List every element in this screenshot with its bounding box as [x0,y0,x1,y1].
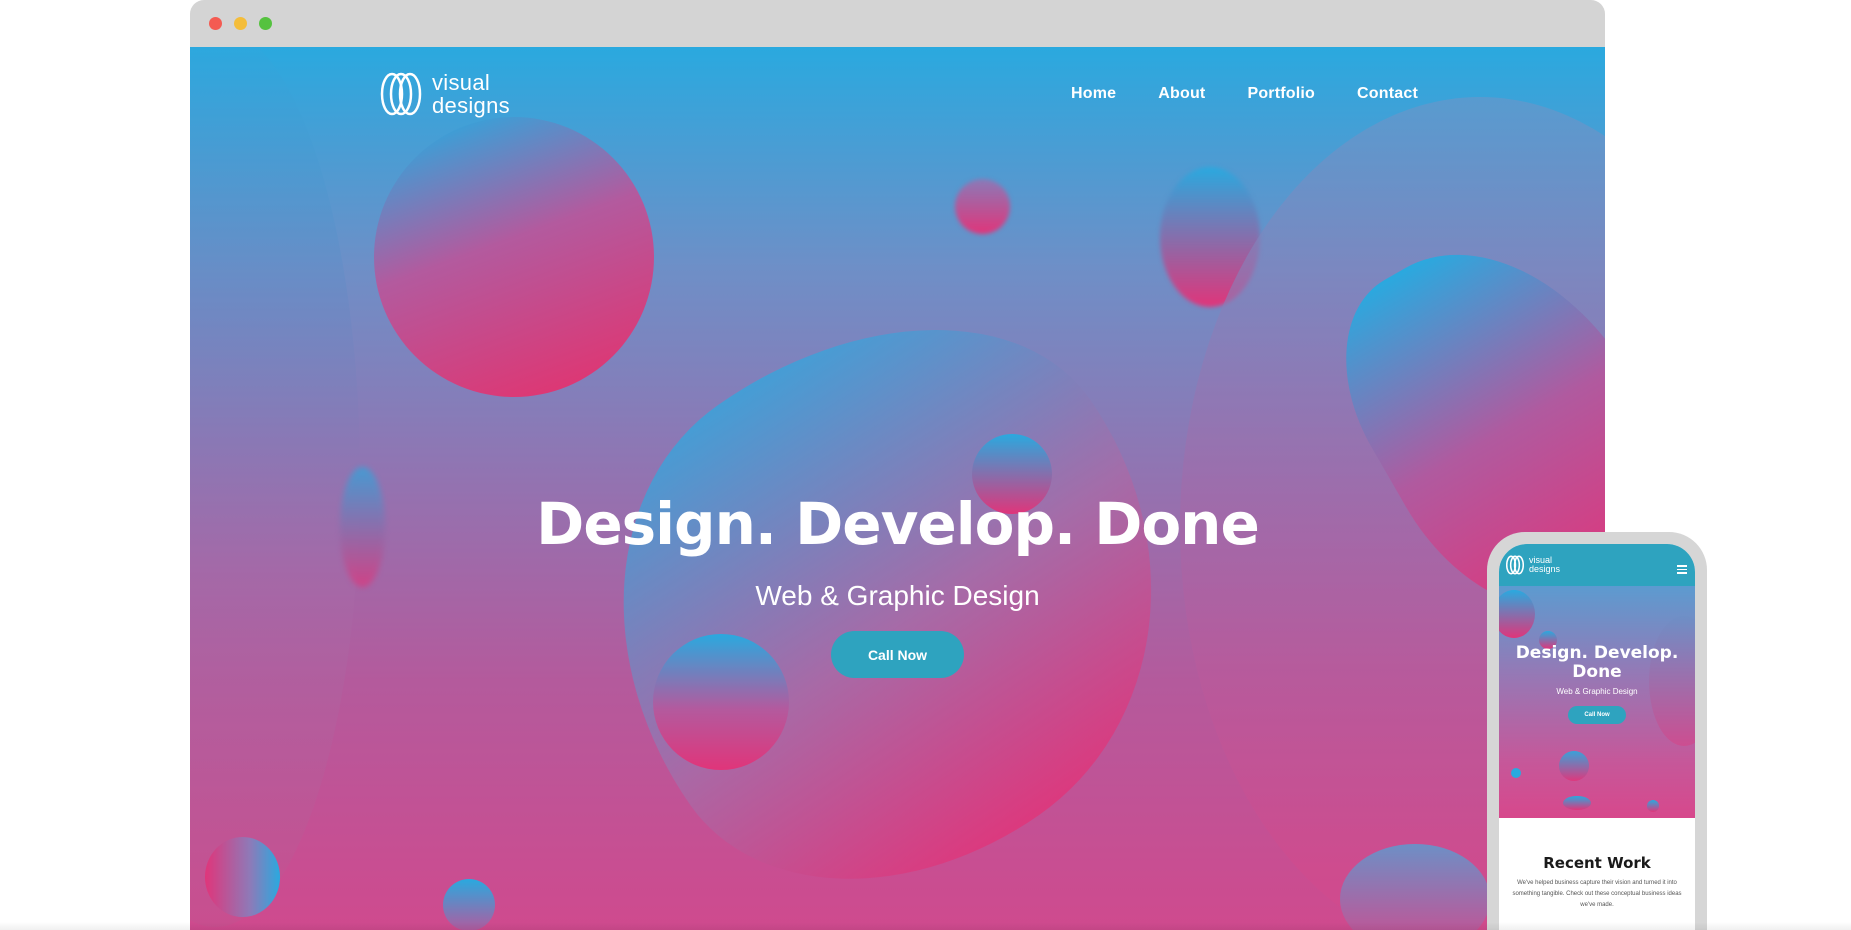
call-now-button[interactable]: Call Now [831,631,964,678]
decorative-blob [1511,768,1521,778]
mobile-site-logo[interactable]: visual designs [1505,555,1560,575]
nav-portfolio[interactable]: Portfolio [1247,85,1315,103]
logo-line-1: visual [432,70,491,95]
recent-work-heading: Recent Work [1543,854,1651,872]
overlapping-circles-logo-icon [380,72,422,116]
recent-work-description: We've helped business capture their visi… [1512,880,1682,908]
nav-home[interactable]: Home [1071,85,1116,103]
mobile-hero-title: Design. Develop. Done [1499,644,1695,682]
decorative-blob [190,47,360,927]
hamburger-menu-icon[interactable] [1677,565,1687,576]
overlapping-circles-logo-icon [1505,555,1525,575]
mobile-hero-section: Design. Develop. Done Web & Graphic Desi… [1499,586,1695,818]
decorative-blob [653,634,789,770]
mobile-call-now-button[interactable]: Call Now [1568,706,1626,724]
maximize-window-icon[interactable] [259,17,272,30]
mobile-header: visual designs [1499,544,1695,586]
decorative-blob [205,837,280,917]
hero-subtitle: Web & Graphic Design [755,580,1040,611]
nav-about[interactable]: About [1158,85,1205,103]
mobile-hero-title-line-1: Design. Develop. [1515,643,1679,663]
decorative-blob [374,117,654,397]
mobile-hero-title-line-2: Done [1572,662,1622,682]
bottom-shadow [0,922,1851,930]
decorative-blob [1559,751,1589,781]
browser-titlebar [190,0,1605,47]
logo-text: visual designs [432,71,510,117]
site-logo[interactable]: visual designs [378,71,510,117]
mobile-phone-mockup: visual designs Design. Develop. Done Web… [1487,532,1707,930]
main-nav: Home About Portfolio Contact [1071,85,1418,103]
logo-line-2: designs [432,93,510,118]
mobile-hero-subtitle: Web & Graphic Design [1556,687,1638,696]
mobile-logo-text: visual designs [1529,556,1560,574]
desktop-browser-mockup: visual designs Home About Portfolio Cont… [190,0,1605,930]
close-window-icon[interactable] [209,17,222,30]
mobile-screen: visual designs Design. Develop. Done Web… [1499,544,1695,930]
mobile-logo-line-2: designs [1529,564,1561,574]
nav-contact[interactable]: Contact [1357,85,1418,103]
decorative-blob [1563,796,1591,810]
website-hero-section: visual designs Home About Portfolio Cont… [190,47,1605,930]
decorative-blob [955,179,1010,234]
hero-title: Design. Develop. Done [536,490,1260,558]
decorative-blob [1647,800,1659,812]
minimize-window-icon[interactable] [234,17,247,30]
decorative-blob [1499,590,1535,638]
